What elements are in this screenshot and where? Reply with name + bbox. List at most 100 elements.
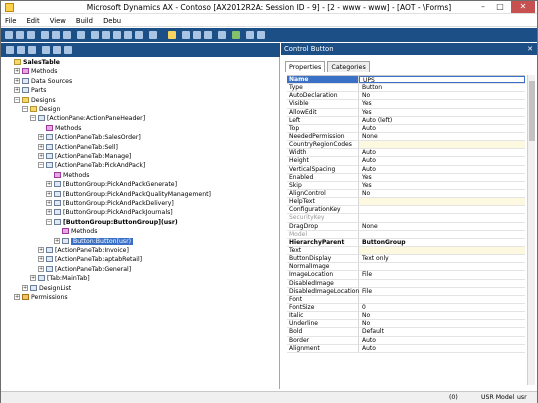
expander-icon[interactable]: + bbox=[46, 181, 52, 188]
tree-node[interactable]: + [ActionPaneTab:aptabRetail] bbox=[38, 256, 142, 265]
property-value[interactable]: Yes bbox=[359, 100, 525, 107]
property-value[interactable] bbox=[359, 206, 525, 213]
tree-node[interactable]: + [ActionPaneTab:SalesOrder] bbox=[38, 134, 141, 143]
expander-icon[interactable]: + bbox=[38, 153, 44, 159]
property-value[interactable]: Auto bbox=[359, 125, 525, 132]
property-value[interactable]: Auto bbox=[359, 149, 525, 156]
tree-node[interactable]: + [ActionPaneTab:Sell] bbox=[38, 143, 118, 153]
property-value[interactable]: ButtonGroup bbox=[359, 239, 525, 246]
property-value[interactable]: No bbox=[359, 190, 525, 197]
expander-icon[interactable]: + bbox=[54, 237, 60, 244]
tree-node[interactable]: Methods bbox=[54, 228, 97, 237]
tree-node[interactable]: + Button:Button(usr) bbox=[54, 237, 134, 247]
minimize-button[interactable]: – bbox=[475, 1, 491, 13]
menu-debug[interactable]: Debu bbox=[99, 15, 125, 27]
save-icon[interactable] bbox=[27, 31, 35, 39]
expander-icon[interactable]: + bbox=[38, 256, 44, 263]
expander-icon[interactable]: − bbox=[30, 115, 36, 122]
import-icon[interactable] bbox=[53, 46, 61, 54]
property-value[interactable]: Auto bbox=[359, 166, 525, 173]
expander-icon[interactable]: + bbox=[14, 294, 20, 300]
property-value[interactable]: UPS bbox=[359, 76, 525, 84]
property-value[interactable]: Yes bbox=[359, 109, 525, 116]
layers-icon[interactable] bbox=[182, 31, 190, 39]
menu-build[interactable]: Build bbox=[72, 15, 97, 27]
tree-node[interactable]: SalesTable bbox=[6, 59, 60, 68]
tree-node[interactable]: Methods bbox=[46, 171, 89, 181]
property-value[interactable]: Text only bbox=[359, 255, 525, 262]
property-value[interactable]: Auto (left) bbox=[359, 117, 525, 124]
crossref-icon[interactable] bbox=[204, 31, 212, 39]
property-value[interactable] bbox=[359, 263, 525, 270]
save-node-icon[interactable] bbox=[42, 46, 50, 54]
tree-node[interactable]: Methods bbox=[38, 124, 81, 134]
property-value[interactable] bbox=[359, 296, 525, 303]
settings-icon[interactable] bbox=[257, 31, 265, 39]
property-value[interactable]: No bbox=[359, 312, 525, 319]
expander-icon[interactable]: + bbox=[38, 134, 44, 141]
tree-node[interactable]: + [ActionPaneTab:Manage] bbox=[38, 153, 131, 162]
property-value[interactable]: Button bbox=[359, 84, 525, 91]
tree-node[interactable]: − [ActionPaneTab:PickAndPack] bbox=[38, 162, 145, 171]
paste-icon[interactable] bbox=[63, 31, 71, 39]
property-value[interactable]: Auto bbox=[359, 157, 525, 164]
property-value[interactable] bbox=[359, 246, 525, 255]
maximize-button[interactable]: □ bbox=[492, 1, 508, 13]
expander-icon[interactable]: + bbox=[46, 190, 52, 197]
tree-node[interactable]: + [ButtonGroup:PickAndPackGenerate] bbox=[46, 181, 177, 190]
scrollbar-thumb[interactable] bbox=[529, 81, 535, 141]
find-icon[interactable] bbox=[77, 31, 85, 39]
expander-icon[interactable]: + bbox=[46, 209, 52, 216]
tree-node[interactable]: + Data Sources bbox=[14, 77, 72, 87]
property-value[interactable]: File bbox=[359, 288, 525, 295]
property-value[interactable]: None bbox=[359, 133, 525, 140]
property-value[interactable] bbox=[359, 231, 525, 238]
open-node-icon[interactable] bbox=[6, 46, 14, 54]
compare-icon[interactable] bbox=[193, 31, 201, 39]
go-icon[interactable] bbox=[232, 31, 240, 39]
expander-icon[interactable]: + bbox=[22, 284, 28, 291]
tree-node[interactable]: + [ActionPaneTab:Invoice] bbox=[38, 247, 129, 256]
expander-icon[interactable]: + bbox=[30, 275, 36, 282]
property-value[interactable]: 0 bbox=[359, 304, 525, 311]
tree-node[interactable]: + DesignList bbox=[22, 284, 71, 294]
property-value[interactable] bbox=[359, 141, 525, 149]
properties-icon[interactable] bbox=[149, 31, 157, 39]
expander-icon[interactable]: + bbox=[38, 143, 44, 150]
property-value[interactable] bbox=[359, 280, 525, 287]
edit-node-icon[interactable] bbox=[28, 46, 36, 54]
tree-node[interactable]: + Parts bbox=[14, 87, 46, 96]
property-value[interactable] bbox=[359, 214, 525, 221]
copy-icon[interactable] bbox=[52, 31, 60, 39]
expander-icon[interactable]: + bbox=[14, 87, 20, 94]
property-value[interactable]: Auto bbox=[359, 345, 525, 352]
compile-node-icon[interactable] bbox=[64, 46, 72, 54]
menu-file[interactable]: File bbox=[1, 15, 20, 27]
property-value[interactable]: File bbox=[359, 271, 525, 278]
print-icon[interactable] bbox=[41, 31, 49, 39]
close-icon[interactable]: ✕ bbox=[527, 43, 533, 55]
open-icon[interactable] bbox=[16, 31, 24, 39]
breakpoint-icon[interactable] bbox=[124, 31, 132, 39]
tree-node[interactable]: + Methods bbox=[14, 68, 57, 77]
tree-node[interactable]: + Permissions bbox=[14, 294, 68, 303]
help-icon[interactable] bbox=[218, 31, 226, 39]
compile-icon[interactable] bbox=[91, 31, 99, 39]
property-value[interactable]: None bbox=[359, 223, 525, 230]
property-value[interactable]: Yes bbox=[359, 182, 525, 189]
tree-node[interactable]: + [ButtonGroup:PickAndPackQualityManageme… bbox=[46, 190, 211, 200]
expander-icon[interactable]: + bbox=[14, 77, 20, 84]
property-value[interactable]: Yes bbox=[359, 174, 525, 181]
vertical-scrollbar[interactable] bbox=[527, 75, 535, 385]
tree-node[interactable]: + [ButtonGroup:PickAndPackJournals] bbox=[46, 209, 173, 218]
expander-icon[interactable]: − bbox=[38, 162, 44, 169]
run-icon[interactable] bbox=[102, 31, 110, 39]
tree-node[interactable]: + [ButtonGroup:PickAndPackDelivery] bbox=[46, 200, 174, 209]
new-icon[interactable] bbox=[5, 31, 13, 39]
expander-icon[interactable]: − bbox=[14, 96, 20, 103]
tree-node[interactable]: − [ActionPane:ActionPaneHeader] bbox=[30, 115, 145, 124]
expander-icon[interactable]: + bbox=[14, 68, 20, 75]
property-value[interactable]: No bbox=[359, 320, 525, 327]
expander-icon[interactable]: − bbox=[46, 218, 52, 225]
properties-node-icon[interactable] bbox=[17, 46, 25, 54]
